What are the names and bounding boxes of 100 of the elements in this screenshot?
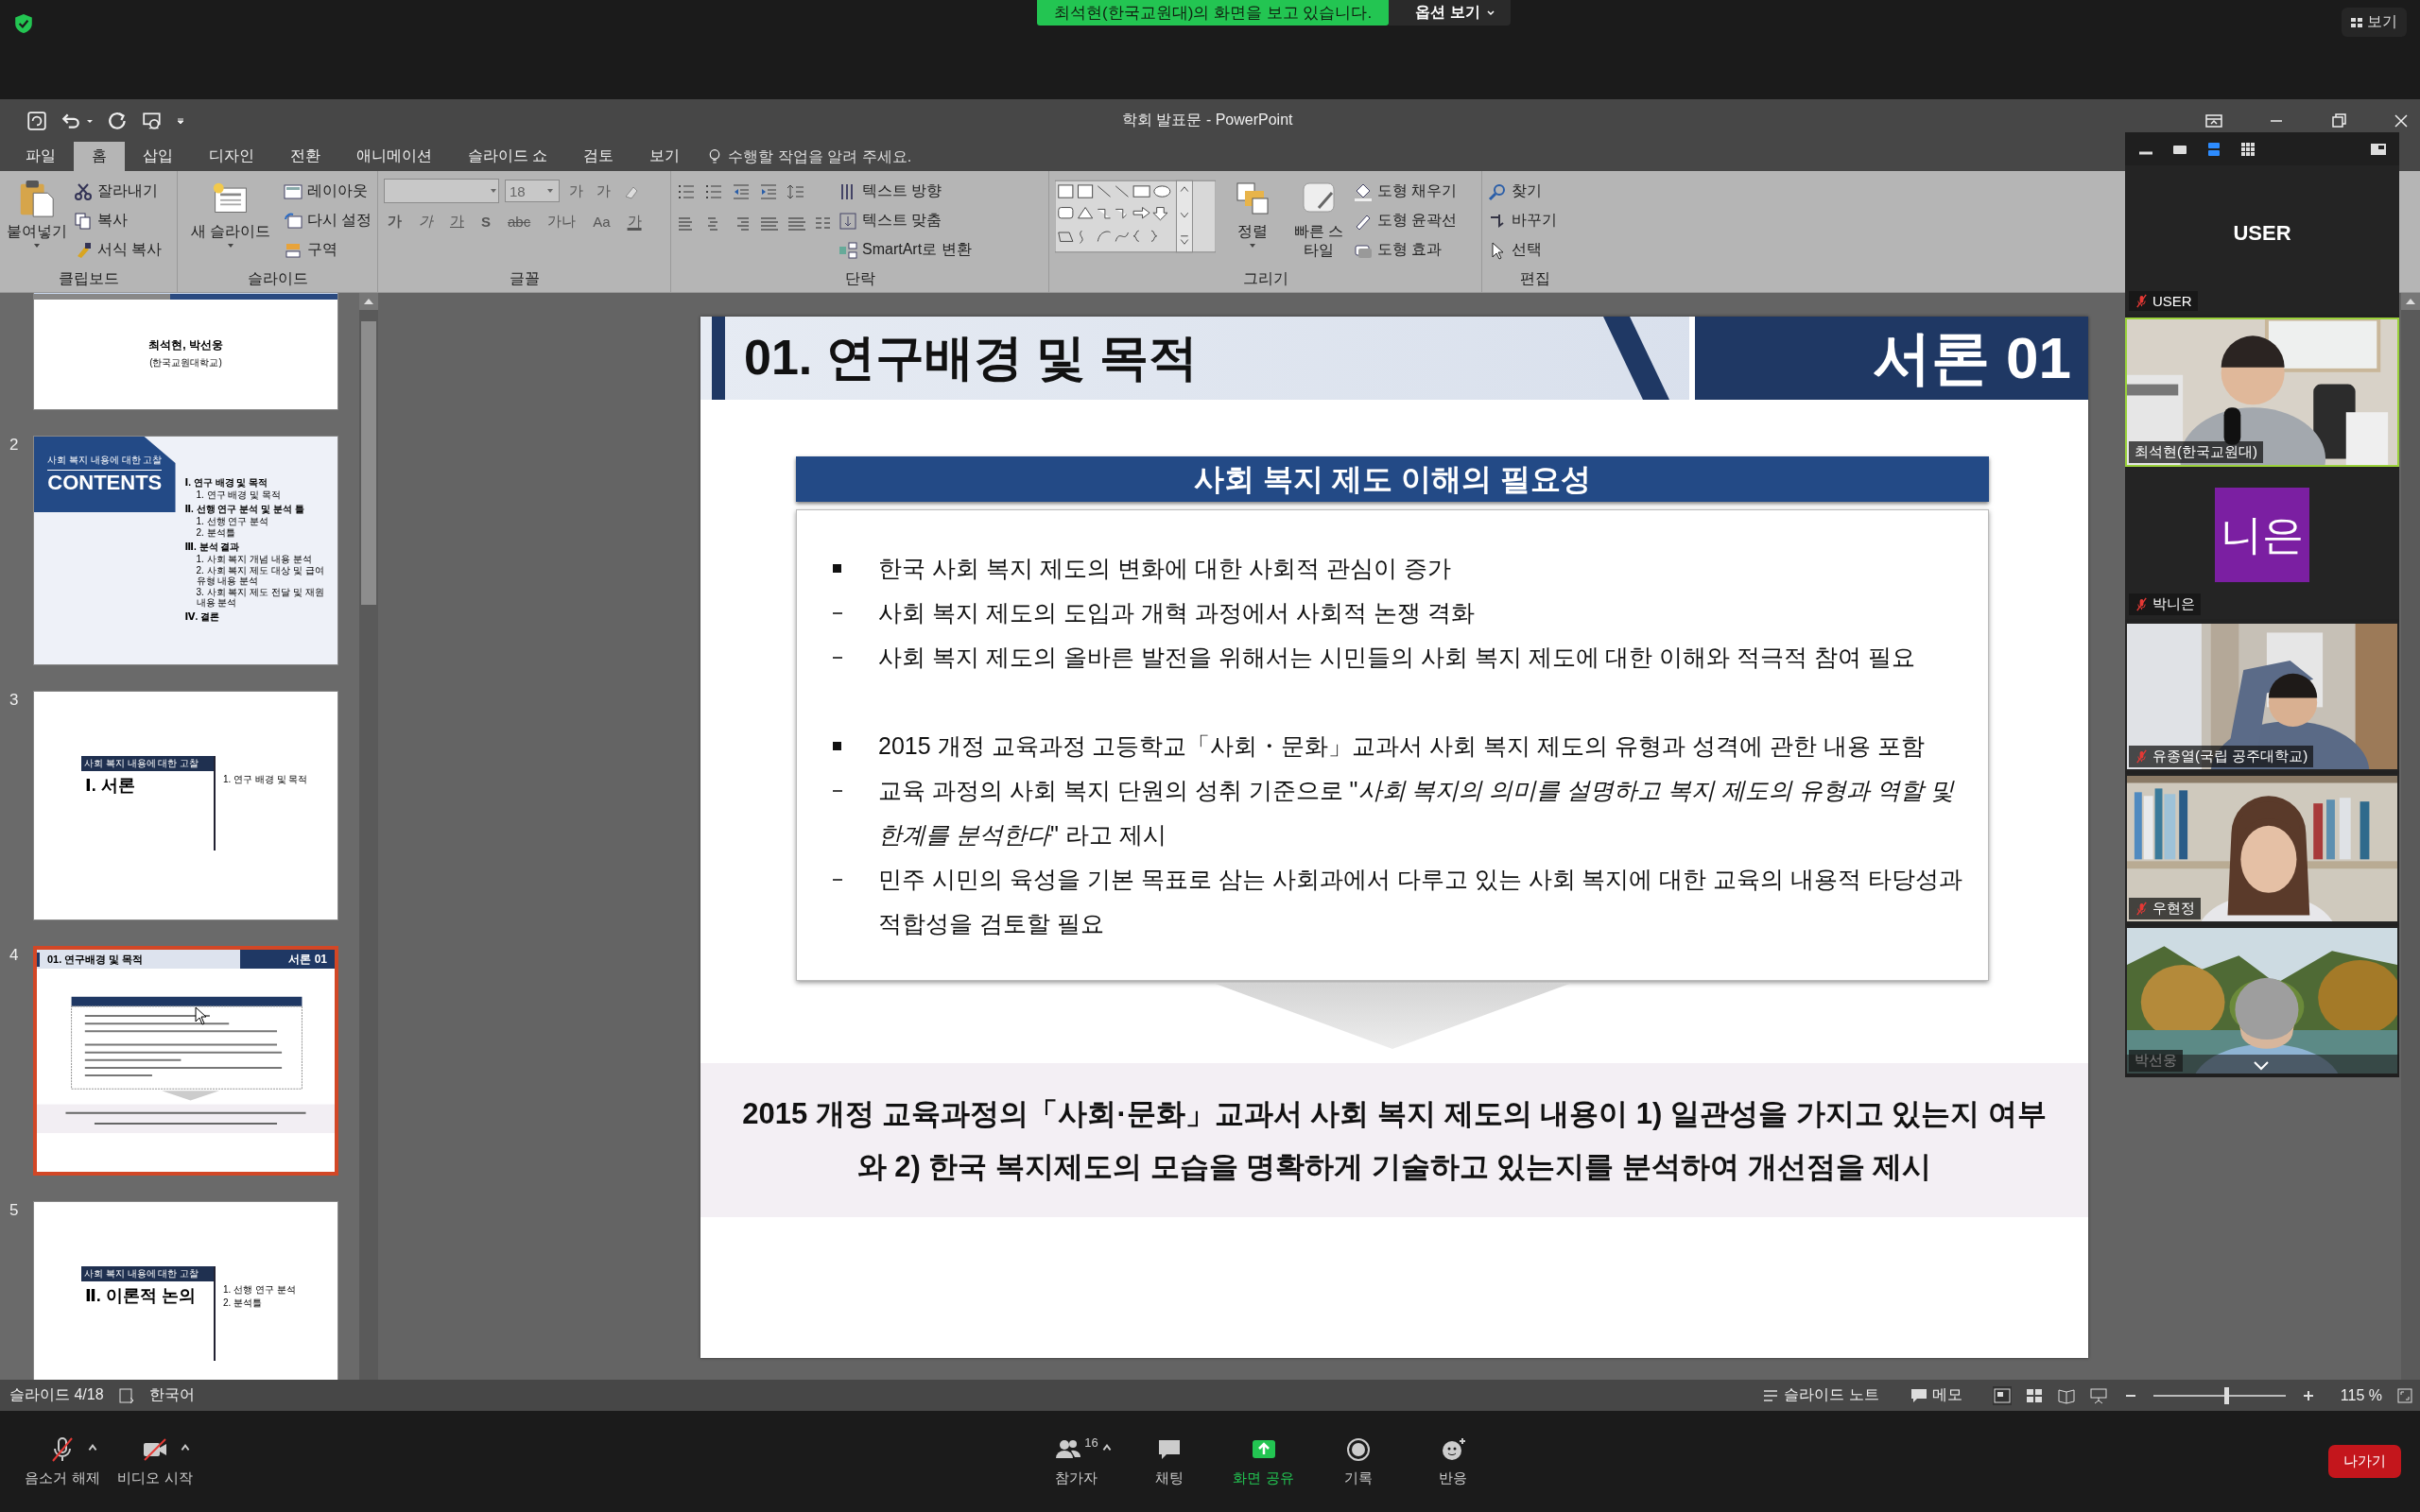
ribbon-tab[interactable]: 슬라이드 쇼	[450, 142, 566, 171]
outline-heading: Ⅱ. 선행 연구 분석 및 분석 틀	[184, 504, 305, 515]
spellcheck-icon[interactable]	[116, 1385, 136, 1405]
ribbon-button[interactable]: 텍스트 방향	[838, 179, 972, 204]
increase-indent-icon[interactable]	[759, 182, 778, 201]
notes-button[interactable]: 슬라이드 노트	[1761, 1385, 1879, 1405]
meeting-control[interactable]: 화면 공유	[1216, 1435, 1311, 1487]
new-slide-button[interactable]: 새 슬라이드	[183, 179, 278, 269]
ribbon-button[interactable]: 구역	[283, 237, 372, 263]
language-label[interactable]: 한국어	[148, 1385, 195, 1405]
lightbulb-icon	[709, 147, 721, 165]
meeting-control[interactable]: 16 참가자	[1028, 1435, 1124, 1487]
arrange-button[interactable]: 정렬	[1221, 179, 1284, 269]
dash-bullet-icon	[833, 656, 842, 659]
font-button[interactable]: S	[477, 214, 494, 230]
tell-me-field[interactable]: 수행할 작업을 알려 주세요.	[726, 146, 977, 166]
conclusion-text: 와 2) 한국 복지제도의 모습을 명확하게 기술하고 있는지를 분석하여 개선점을 제시	[856, 1148, 1932, 1185]
meeting-control[interactable]: 기록	[1310, 1435, 1406, 1487]
slide-thumbnail[interactable]: 사회 복지 내용에 대한 고찰 CONTENTS Ⅰ. 연구 배경 및 목적 1. 연구 배경 및 목적 Ⅱ. 선행 연구 분석 및 분석 틀 1. 선행 연구 분석 2. 분석틀 Ⅲ. 분석 결과 1. 사회 복지 개념 내용 분석 2. 사회 복지 제도 대상 및 급여 유형 내용 분석 3. 사회 복지 제도 전달 및 재원 내용 분석 Ⅳ. 결론	[33, 436, 338, 665]
font-button[interactable]: 가	[384, 213, 406, 231]
ribbon-button[interactable]: 찾기	[1488, 179, 1557, 204]
ribbon-tab[interactable]: 삽입	[125, 142, 191, 171]
ribbon-tab[interactable]: 파일	[8, 142, 74, 171]
distribute-icon[interactable]	[786, 215, 805, 233]
font-name-field[interactable]	[384, 179, 499, 203]
font-button[interactable]: 가	[415, 213, 437, 231]
ribbon-button[interactable]: 텍스트 맞춤	[838, 208, 972, 233]
ribbon-tab[interactable]: 전환	[272, 142, 338, 171]
author-names: 최석현, 박선웅	[147, 337, 224, 353]
redo-icon[interactable]	[108, 110, 129, 131]
participant-name: 박선웅	[2135, 1052, 2177, 1070]
ribbon-button[interactable]: 서식 복사	[74, 237, 163, 263]
conclusion-text: 2015 개정 교육과정의「사회·문화」교과서 사회 복지 제도의 내용이 1) 일관성을 가지고 있는지 여부	[742, 1095, 2047, 1132]
font-button[interactable]: 가나	[544, 213, 580, 231]
banner-caption: 사회 복지 내용에 대한 고찰	[47, 454, 163, 467]
slide-thumbnail[interactable]: 사회 복지 내용에 대한 고찰 Ⅱ. 이론적 논의 1. 선행 연구 분석 2. 분석틀	[33, 1201, 338, 1380]
ribbon-tab[interactable]: 애니메이션	[338, 142, 450, 171]
font-button[interactable]: 가	[593, 181, 614, 200]
slider-thumb[interactable]	[2223, 1386, 2229, 1404]
quick-styles-button[interactable]: 빠른 스타일	[1289, 179, 1348, 269]
sharing-banner: 최석현(한국교원대)의 화면을 보고 있습니다.	[1037, 0, 1390, 26]
ribbon-button[interactable]: 복사	[74, 208, 163, 233]
meeting-control[interactable]: 비디오 시작	[108, 1435, 202, 1487]
box-title: 사회 복지 제도 이해의 필요성	[796, 456, 1989, 502]
numbered-list-icon[interactable]	[704, 182, 723, 201]
zoom-level[interactable]: 115 %	[2340, 1386, 2382, 1404]
decrease-indent-icon[interactable]	[732, 182, 751, 201]
font-button[interactable]: 가	[565, 181, 587, 200]
slide-thumbnail[interactable]: 최석현, 박선웅 (한국교원대학교)	[33, 293, 338, 410]
leave-button[interactable]: 나가기	[2328, 1445, 2401, 1478]
chevron-down-icon[interactable]	[2252, 1060, 2271, 1072]
participant-name: 우현정	[2152, 900, 2195, 918]
ribbon-button[interactable]: 도형 윤곽선	[1354, 208, 1458, 233]
line-spacing-icon[interactable]	[786, 182, 805, 201]
font-button[interactable]: abc	[504, 214, 535, 230]
meeting-control[interactable]: 반응	[1405, 1435, 1500, 1487]
slide-thumbnail[interactable]: 01. 연구배경 및 목적 서론 01	[33, 946, 338, 1176]
shapes-gallery[interactable]	[1055, 179, 1216, 254]
ribbon-button[interactable]: 잘라내기	[74, 179, 163, 204]
ribbon-button[interactable]: 도형 효과	[1354, 237, 1458, 263]
comments-button[interactable]: 메모	[1909, 1385, 1962, 1405]
customize-icon[interactable]	[176, 115, 185, 126]
copy-icon	[74, 211, 93, 231]
ribbon-button[interactable]: 선택	[1488, 237, 1557, 263]
normal-view-icon[interactable]	[1992, 1385, 2012, 1405]
scroll-up-button[interactable]	[359, 293, 378, 310]
slide-thumbnail[interactable]: 사회 복지 내용에 대한 고찰 Ⅰ. 서론 1. 연구 배경 및 목적	[33, 691, 338, 920]
paste-button[interactable]: 붙여넣기	[6, 179, 68, 269]
ribbon-button[interactable]: 다시 설정	[283, 208, 372, 233]
save-icon[interactable]	[26, 110, 47, 131]
search-icon	[1488, 181, 1507, 201]
restore-icon[interactable]	[2329, 111, 2348, 130]
justify-icon[interactable]	[759, 215, 778, 233]
ribbon-tab[interactable]: 검토	[565, 142, 632, 171]
meeting-control[interactable]: 음소거 해제	[15, 1435, 110, 1487]
ribbon-tab[interactable]: 디자인	[191, 142, 272, 171]
view-options-button[interactable]: 옵션 보기	[1389, 0, 1511, 26]
font-button[interactable]: 가	[623, 213, 646, 231]
ribbon-button[interactable]: 레이아웃	[283, 179, 372, 204]
scroll-up-button[interactable]	[2401, 293, 2420, 310]
bullet-list-icon[interactable]	[677, 182, 696, 201]
participant-name: 박니은	[2152, 595, 2195, 613]
meeting-control[interactable]: 채팅	[1121, 1435, 1217, 1487]
fit-slide-icon[interactable]	[2395, 1385, 2414, 1405]
ribbon-button[interactable]: 바꾸기	[1488, 208, 1557, 233]
scrollbar-thumb[interactable]	[361, 321, 376, 605]
slideshow-icon[interactable]	[142, 110, 163, 131]
ribbon-tab[interactable]: 홈	[74, 142, 125, 171]
view-button[interactable]: 보기	[2342, 8, 2407, 37]
outline-item: 1. 연구 배경 및 목적	[195, 490, 282, 500]
participant-name: USER	[2233, 221, 2291, 246]
ribbon-button[interactable]: SmartArt로 변환	[838, 237, 972, 263]
font-button[interactable]: Aa	[589, 214, 614, 230]
slideshow-icon[interactable]	[2088, 1385, 2108, 1405]
ribbon-tab[interactable]: 보기	[631, 142, 699, 171]
outline-heading: Ⅳ. 결론	[184, 611, 221, 623]
section-item: 2. 분석틀	[223, 1297, 264, 1310]
ribbon-button[interactable]: 도형 채우기	[1354, 179, 1458, 204]
font-button[interactable]: 가	[446, 213, 468, 231]
caret-icon	[1485, 8, 1495, 18]
